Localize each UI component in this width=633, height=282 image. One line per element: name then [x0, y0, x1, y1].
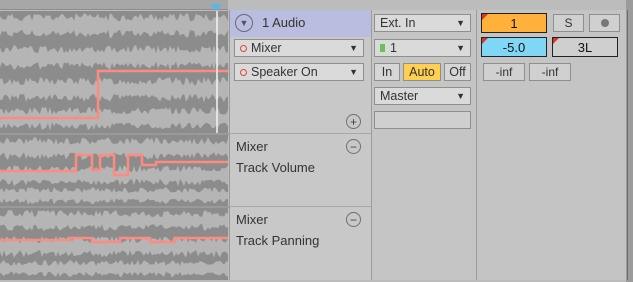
- monitor-off-button[interactable]: Off: [444, 63, 471, 81]
- chevron-down-icon: ▼: [456, 43, 465, 53]
- input-channel-value: 1: [390, 41, 397, 55]
- waveform-shape: [0, 187, 228, 205]
- device-chooser-value: Mixer: [251, 41, 282, 55]
- pan-field[interactable]: 3L: [552, 37, 618, 57]
- waveform-shape: [0, 210, 228, 232]
- clip-lane-speaker-on[interactable]: [0, 11, 228, 133]
- send-b-field[interactable]: -inf: [529, 63, 571, 81]
- lane-indicator-icon: [240, 68, 247, 76]
- chevron-down-icon: ▼: [349, 43, 358, 53]
- add-lane-button[interactable]: +: [346, 114, 361, 129]
- track-activator-button[interactable]: 1: [481, 13, 547, 33]
- output-channel-chooser[interactable]: [374, 111, 471, 129]
- lane-parameter-label: Track Volume: [236, 160, 315, 175]
- waveform-shape: [0, 77, 228, 103]
- volume-value: -5.0: [502, 39, 526, 55]
- lane-header-divider: [229, 206, 371, 207]
- parameter-chooser-value: Speaker On: [251, 65, 318, 79]
- pan-value: 3L: [577, 39, 593, 55]
- input-type-value: Ext. In: [380, 16, 416, 30]
- clip-lane-track-panning[interactable]: [0, 208, 228, 280]
- send-a-field[interactable]: -inf: [483, 63, 525, 81]
- lane-indicator-icon: [240, 44, 247, 52]
- lane-parameter-label: Track Panning: [236, 233, 320, 248]
- track-name[interactable]: 1 Audio: [262, 15, 305, 30]
- input-meter-icon: [380, 44, 385, 52]
- chevron-down-icon: ▼: [456, 18, 465, 28]
- waveform-shape: [0, 260, 228, 278]
- chevron-down-icon: ▼: [349, 67, 358, 77]
- lane-device-label: Mixer: [236, 212, 268, 227]
- input-channel-chooser[interactable]: 1 ▼: [374, 39, 471, 57]
- waveform-clip: [0, 210, 228, 278]
- monitor-auto-button[interactable]: Auto: [403, 63, 441, 81]
- track-number: 1: [510, 15, 518, 31]
- waveform-clip: [0, 137, 228, 205]
- chevron-down-icon[interactable]: ▼: [235, 14, 253, 32]
- waveform-shape: [0, 13, 228, 39]
- waveform-clip: [0, 11, 228, 133]
- scrollbar-border: [627, 10, 628, 280]
- automation-indicator-icon: [482, 14, 488, 20]
- device-chooser[interactable]: Mixer ▼: [234, 39, 364, 57]
- output-chooser[interactable]: Master ▼: [374, 87, 471, 105]
- output-value: Master: [380, 89, 419, 103]
- remove-lane-button[interactable]: −: [346, 212, 361, 227]
- playhead-marker[interactable]: [210, 4, 222, 11]
- arm-button[interactable]: [589, 14, 620, 32]
- automation-indicator-icon: [482, 38, 488, 44]
- record-dot-icon: [600, 19, 609, 27]
- remove-lane-button[interactable]: −: [346, 139, 361, 154]
- waveform-shape: [0, 45, 228, 71]
- solo-button[interactable]: S: [553, 14, 584, 32]
- parameter-chooser[interactable]: Speaker On ▼: [234, 63, 364, 81]
- lane-device-label: Mixer: [236, 139, 268, 154]
- lane-header-divider: [229, 133, 371, 134]
- volume-field[interactable]: -5.0: [481, 37, 547, 57]
- clip-lane-track-volume[interactable]: [0, 135, 228, 206]
- input-type-chooser[interactable]: Ext. In ▼: [374, 14, 471, 32]
- monitor-in-button[interactable]: In: [374, 63, 400, 81]
- automation-indicator-icon: [553, 38, 559, 44]
- arrangement-ruler[interactable]: [0, 0, 228, 10]
- chevron-down-icon: ▼: [456, 91, 465, 101]
